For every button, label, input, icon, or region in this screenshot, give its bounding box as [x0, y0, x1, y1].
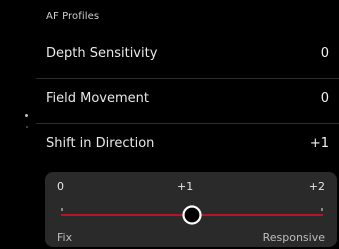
- slider[interactable]: [61, 200, 323, 230]
- page-indicator: [24, 110, 30, 140]
- shift-in-direction-slider-panel: 0 +1 +2 Fix Responsive: [45, 172, 337, 247]
- menu-item-shift-in-direction[interactable]: Shift in Direction +1: [36, 123, 339, 165]
- slider-knob[interactable]: [182, 205, 202, 225]
- menu-item-label: Field Movement: [46, 91, 149, 106]
- menu-item-depth-sensitivity[interactable]: Depth Sensitivity 0: [36, 34, 339, 76]
- slider-tick-label-max: +2: [308, 180, 325, 193]
- menu-item-label: Shift in Direction: [46, 136, 155, 151]
- slider-tick-label-min: 0: [57, 180, 64, 193]
- menu-item-field-movement[interactable]: Field Movement 0: [36, 78, 339, 120]
- menu-item-label: Depth Sensitivity: [46, 46, 158, 61]
- slider-graphic: [61, 205, 323, 225]
- slider-label-responsive: Responsive: [262, 231, 325, 244]
- menu-item-value: 0: [320, 46, 329, 61]
- menu-item-value: +1: [309, 136, 329, 151]
- camera-menu-screen: AF Profiles Depth Sensitivity 0 Field Mo…: [0, 0, 339, 249]
- slider-tick-label-mid: +1: [177, 180, 194, 193]
- page-title: AF Profiles: [46, 11, 100, 22]
- menu-item-value: 0: [320, 91, 329, 106]
- page-dot-active: [25, 114, 28, 117]
- page-dot: [25, 126, 28, 128]
- slider-label-fix: Fix: [57, 231, 73, 244]
